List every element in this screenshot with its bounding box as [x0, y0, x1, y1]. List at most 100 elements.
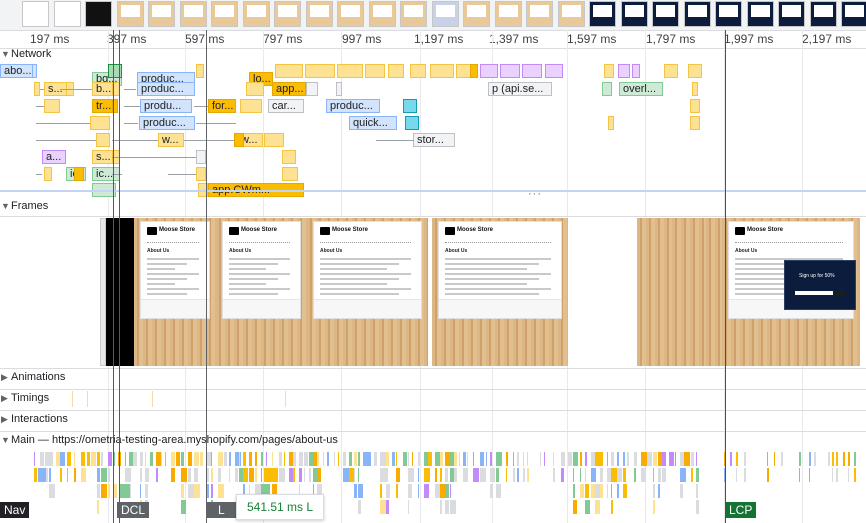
flame-entry[interactable]: [440, 468, 442, 482]
flame-entry[interactable]: [561, 468, 564, 482]
flame-entry[interactable]: [49, 468, 51, 482]
flame-entry[interactable]: [585, 484, 589, 498]
flame-entry[interactable]: [81, 468, 86, 482]
flame-entry[interactable]: [580, 484, 584, 498]
flame-entry[interactable]: [249, 452, 252, 466]
network-request[interactable]: [405, 116, 419, 130]
frame-thumbnail[interactable]: [809, 1, 837, 27]
flame-entry[interactable]: [424, 484, 429, 498]
frame-thumbnail[interactable]: [683, 1, 711, 27]
flame-entry[interactable]: [696, 484, 698, 498]
flame-entry[interactable]: [358, 484, 363, 498]
flame-entry[interactable]: [496, 468, 499, 482]
network-request[interactable]: [275, 64, 303, 78]
flame-entry[interactable]: [580, 468, 581, 482]
flame-entry[interactable]: [611, 500, 613, 514]
flame-entry[interactable]: [181, 468, 187, 482]
flame-entry[interactable]: [323, 452, 324, 466]
flame-entry[interactable]: [218, 468, 221, 482]
flame-entry[interactable]: [108, 452, 112, 466]
flame-entry[interactable]: [161, 452, 162, 466]
network-request[interactable]: p (api.se...: [488, 82, 552, 96]
network-request[interactable]: [196, 167, 206, 181]
flame-entry[interactable]: [573, 500, 577, 514]
flame-entry[interactable]: [211, 452, 212, 466]
flame-entry[interactable]: [418, 452, 420, 466]
network-request[interactable]: produc...: [326, 99, 380, 113]
flame-entry[interactable]: [662, 468, 666, 482]
network-request[interactable]: s...: [92, 150, 114, 164]
flame-entry[interactable]: [658, 484, 660, 498]
frame-thumbnail[interactable]: [22, 1, 49, 27]
flame-entry[interactable]: [585, 500, 590, 514]
dcl-marker-chip[interactable]: DCL: [117, 502, 150, 518]
flame-entry[interactable]: [653, 468, 654, 482]
flame-entry[interactable]: [527, 468, 529, 482]
flame-entry[interactable]: [211, 468, 213, 482]
flame-entry[interactable]: [767, 468, 769, 482]
flame-entry[interactable]: [243, 452, 246, 466]
network-request[interactable]: [234, 133, 244, 147]
flame-entry[interactable]: [67, 452, 71, 466]
network-request[interactable]: [664, 64, 678, 78]
network-request[interactable]: [196, 64, 204, 78]
flame-entry[interactable]: [74, 468, 76, 482]
flame-entry[interactable]: [517, 452, 519, 466]
frame-thumbnail[interactable]: [400, 1, 427, 27]
flame-entry[interactable]: [517, 468, 519, 482]
network-request[interactable]: [403, 99, 417, 113]
flame-entry[interactable]: [600, 468, 603, 482]
flame-entry[interactable]: [480, 452, 484, 466]
flame-entry[interactable]: [653, 452, 657, 466]
flame-entry[interactable]: [463, 452, 466, 466]
network-request[interactable]: abo...: [0, 64, 36, 78]
timing-marker[interactable]: [152, 391, 153, 407]
flame-entry[interactable]: [304, 452, 308, 466]
flame-entry[interactable]: [617, 484, 619, 498]
network-request[interactable]: [480, 64, 498, 78]
flame-entry[interactable]: [809, 452, 811, 466]
flame-entry[interactable]: [573, 484, 575, 498]
frame-screenshot[interactable]: Moose Store About Us Sign up for 50%: [722, 218, 860, 366]
timing-marker[interactable]: [285, 391, 286, 407]
flame-entry[interactable]: [523, 468, 525, 482]
flame-entry[interactable]: [696, 452, 697, 466]
flame-entry[interactable]: [408, 500, 409, 514]
network-request[interactable]: stor...: [413, 133, 455, 147]
flame-entry[interactable]: [496, 484, 501, 498]
flame-entry[interactable]: [211, 484, 213, 498]
flame-entry[interactable]: [445, 484, 449, 498]
network-request[interactable]: [246, 82, 264, 96]
flame-entry[interactable]: [459, 452, 460, 466]
track-header-animations[interactable]: ▶ Animations: [0, 371, 866, 391]
frame-thumbnail[interactable]: [841, 1, 866, 27]
flame-entry[interactable]: [617, 452, 619, 466]
flame-entry[interactable]: [486, 452, 487, 466]
flame-entry[interactable]: [641, 468, 646, 482]
flame-entry[interactable]: [165, 452, 166, 466]
frame-thumbnail[interactable]: [148, 1, 175, 27]
flame-entry[interactable]: [653, 500, 655, 514]
flame-entry[interactable]: [854, 468, 856, 482]
flame-entry[interactable]: [309, 468, 311, 482]
frame-thumbnail[interactable]: [242, 1, 270, 27]
flame-entry[interactable]: [634, 468, 636, 482]
flame-entry[interactable]: [188, 452, 192, 466]
flame-entry[interactable]: [680, 468, 686, 482]
flame-entry[interactable]: [506, 468, 507, 482]
flame-entry[interactable]: [358, 468, 359, 482]
flame-entry[interactable]: [125, 452, 126, 466]
flame-entry[interactable]: [585, 468, 586, 482]
flame-entry[interactable]: [623, 468, 626, 482]
network-request[interactable]: [608, 116, 614, 130]
flame-entry[interactable]: [358, 500, 361, 514]
timing-marker[interactable]: [72, 391, 73, 407]
flame-entry[interactable]: [181, 452, 184, 466]
flame-entry[interactable]: [595, 468, 596, 482]
network-request[interactable]: [306, 82, 318, 96]
network-request[interactable]: car...: [268, 99, 304, 113]
flame-entry[interactable]: [396, 468, 400, 482]
flame-entry[interactable]: [255, 468, 257, 482]
frame-thumbnail[interactable]: [463, 1, 490, 27]
frame-thumbnail[interactable]: [431, 1, 459, 27]
